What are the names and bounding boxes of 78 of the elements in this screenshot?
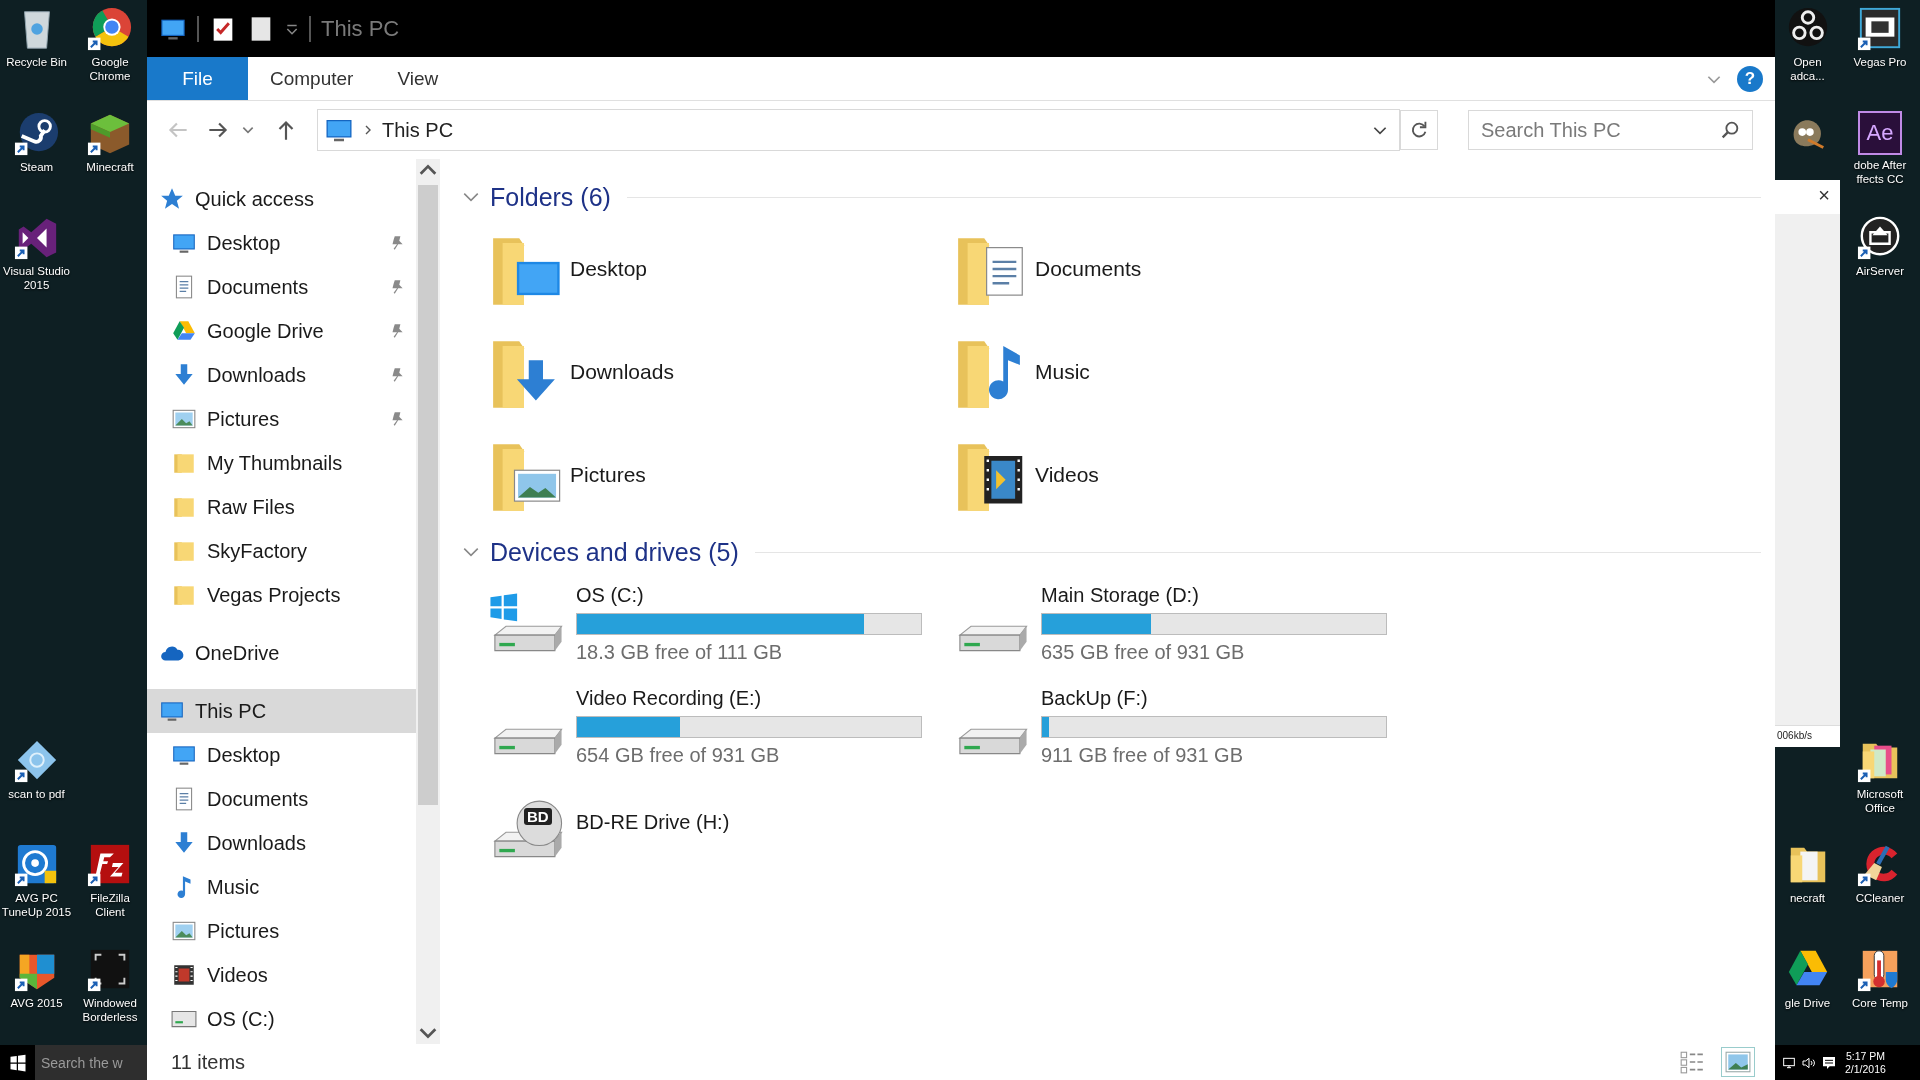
desktop-icon-label[interactable]: scan to pdf <box>8 786 65 801</box>
navigation-item[interactable]: Documents <box>147 265 416 309</box>
navigation-item[interactable]: Pictures <box>147 397 416 441</box>
navigation-item[interactable]: SkyFactory <box>147 529 416 573</box>
window-title: This PC <box>321 15 400 42</box>
desktop-icon-label[interactable]: AirServer <box>1856 264 1904 278</box>
desktop-icon-label[interactable]: necraft <box>1789 891 1826 905</box>
desktop-icon-label[interactable]: gle Drive <box>1784 995 1831 1010</box>
desktop-icon-label[interactable]: Visual Studio 2015 <box>0 264 73 292</box>
logo-text: Ae <box>1866 119 1894 146</box>
desktop-icon-label[interactable]: Core Temp <box>1851 995 1908 1010</box>
navigation-item[interactable]: Desktop <box>147 733 416 777</box>
free-space-text: 911 GB free of 931 GB <box>1041 743 1244 767</box>
desktop-icon-label[interactable]: Google Chrome <box>74 55 146 83</box>
folder-name[interactable]: Pictures <box>570 462 646 487</box>
address-bar[interactable]: This PC <box>317 109 1400 151</box>
drive-name[interactable]: Main Storage (D:) <box>1041 583 1387 607</box>
navigation-item[interactable]: My Thumbnails <box>147 441 416 485</box>
film-icon <box>171 962 197 988</box>
desktop-icon-label[interactable]: Windowed Borderless <box>74 995 146 1024</box>
navigation-item[interactable]: Google Drive <box>147 309 416 353</box>
navigation-item[interactable]: Music <box>147 865 416 909</box>
navigation-item[interactable]: Pictures <box>147 909 416 953</box>
drive-name[interactable]: BackUp (F:) <box>1041 686 1387 710</box>
film-icon[interactable] <box>1857 6 1903 52</box>
folder-name[interactable]: Downloads <box>570 359 674 384</box>
navigation-item[interactable]: Downloads <box>147 821 416 865</box>
address-path[interactable]: This PC <box>382 118 454 142</box>
desktop-icon-label[interactable]: Steam <box>19 159 54 174</box>
folder-name[interactable]: Music <box>1035 359 1090 384</box>
free-space-text: 654 GB free of 931 GB <box>576 743 781 767</box>
clock-time[interactable]: 5:17 PM <box>1845 1049 1885 1063</box>
drive-name[interactable]: Video Recording (E:) <box>576 686 922 710</box>
folder-name[interactable]: Videos <box>1035 462 1099 487</box>
scrollbar[interactable] <box>416 159 440 1044</box>
search-icon <box>1719 119 1741 141</box>
notification-icon[interactable] <box>1821 1054 1837 1071</box>
navigation-item[interactable]: This PC <box>147 689 416 733</box>
scroll-thumb[interactable] <box>418 185 438 805</box>
search-field[interactable]: Search This PC <box>1468 110 1753 150</box>
logo-tile[interactable]: Ae <box>1858 110 1902 155</box>
large-icons-view-icon[interactable] <box>1721 1047 1755 1077</box>
desktop-icon-label[interactable]: AVG 2015 <box>10 995 63 1010</box>
navigation-item[interactable]: Videos <box>147 953 416 997</box>
navigation-item[interactable]: Downloads <box>147 353 416 397</box>
clock-date[interactable]: 2/1/2016 <box>1845 1062 1886 1076</box>
desktop-icon-label[interactable]: Open adca... <box>1777 55 1838 83</box>
desktop-icon-label[interactable]: AVG PC TuneUp 2015 <box>0 891 73 919</box>
group-header[interactable]: Devices and drives (5) <box>490 537 739 567</box>
taskbar-search-field[interactable]: Search the w <box>35 1045 147 1080</box>
navigation-item[interactable]: Quick access <box>147 177 416 221</box>
free-space-text: 635 GB free of 931 GB <box>1041 640 1246 664</box>
free-space-text: 18.3 GB free of 111 GB <box>576 640 784 664</box>
desktop-icon-label[interactable]: FileZilla Client <box>74 891 146 919</box>
desktop-icon-label[interactable]: Vegas Pro <box>1853 55 1907 69</box>
folder-name[interactable]: Desktop <box>570 256 648 281</box>
help-button[interactable]: ? <box>1737 65 1763 92</box>
navigation-item[interactable]: OneDrive <box>147 631 416 675</box>
circle-logo-icon[interactable] <box>13 110 60 157</box>
navigation-item[interactable]: Documents <box>147 777 416 821</box>
navigation-item[interactable]: Raw Files <box>147 485 416 529</box>
tricolor-circle-icon[interactable] <box>87 6 133 52</box>
item-count: 11 items <box>171 1050 246 1074</box>
desktop-icon-label[interactable]: Recycle Bin <box>6 55 67 69</box>
drive-name[interactable]: BD-RE Drive (H:) <box>576 811 730 834</box>
navigation-item[interactable]: Desktop <box>147 221 416 265</box>
group-header[interactable]: Folders (6) <box>490 182 611 212</box>
navigation-item[interactable]: OS (C:) <box>147 997 416 1041</box>
refresh-button[interactable] <box>1400 110 1438 150</box>
speed-text: 006kb/s <box>1775 725 1840 747</box>
desktop-icon-label[interactable]: CCleaner <box>1855 891 1905 905</box>
ribbon-tab[interactable]: File <box>147 57 248 100</box>
folder-name[interactable]: Documents <box>1035 256 1142 281</box>
desktop-icon-label[interactable]: Microsoft Office <box>1844 786 1916 815</box>
navigation-item[interactable]: Vegas Projects <box>147 573 416 617</box>
desktop-icon-label[interactable]: Minecraft <box>86 159 134 174</box>
desktop-icon-label[interactable]: dobe After ffects CC <box>1844 157 1916 186</box>
drive-name[interactable]: OS (C:) <box>576 583 922 607</box>
